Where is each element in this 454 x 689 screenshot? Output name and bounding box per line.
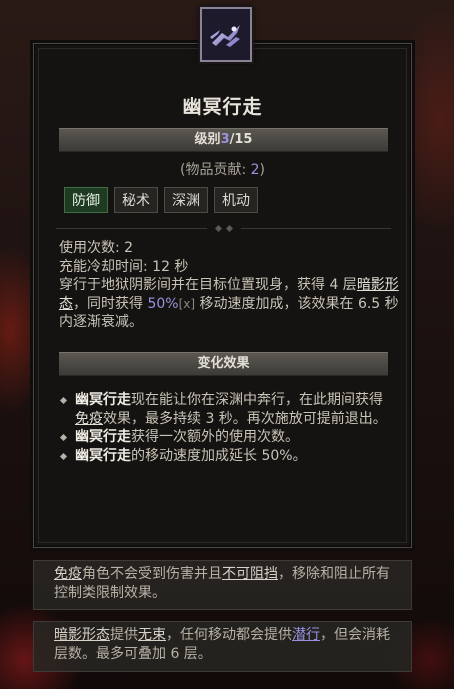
modifier-text: 效果，最多持续 3 秒。再次施放可提前退出。 — [103, 410, 387, 427]
modifiers-header: 变化效果 — [59, 352, 388, 376]
contrib-value: 2 — [250, 162, 260, 178]
tag-defense: 防御 — [64, 187, 108, 213]
skill-rank-bar: 级别3/15 — [59, 128, 388, 152]
skill-stats: 使用次数: 2 充能冷却时间: 12 秒 穿行于地狱阴影间并在目标位置现身，获得… — [59, 239, 399, 332]
keyword-immune[interactable]: 免疫 — [75, 411, 103, 427]
modifiers-list: 幽冥行走现在能让你在深渊中奔行，在此期间获得免疫效果，最多持续 3 秒。再次施放… — [59, 391, 394, 465]
shadow-step-icon — [210, 24, 240, 47]
glossary-shadow-form: 暗影形态提供无束，任何移动都会提供潜行，但会消耗层数。最多可叠加 6 层。 — [33, 621, 412, 672]
modifier-item: 幽冥行走现在能让你在深渊中奔行，在此期间获得免疫效果，最多持续 3 秒。再次施放… — [59, 391, 394, 428]
glossary-term-immune: 免疫 — [54, 566, 82, 582]
bullet-icon — [59, 396, 68, 405]
rank-current: 3 — [220, 132, 230, 147]
glossary-term-unstoppable: 不可阻挡 — [222, 566, 278, 582]
glossary-text: 角色不会受到伤害并且 — [82, 566, 222, 582]
tag-mobility: 机动 — [214, 187, 258, 213]
desc-scale: [x] — [178, 296, 196, 311]
skill-tooltip: 幽冥行走 级别3/15 (物品贡献: 2) 防御 秘术 深渊 机动 使用次数: … — [33, 43, 412, 548]
modifier-text: 现在能让你在深渊中奔行，在此期间获得 — [131, 392, 383, 408]
modifier-text: 的移动速度加成延长 50%。 — [131, 447, 307, 464]
modifier-item: 幽冥行走获得一次额外的使用次数。 — [59, 428, 394, 447]
contrib-prefix: (物品贡献: — [179, 162, 251, 178]
contrib-suffix: ) — [259, 162, 266, 178]
glossary-text: 提供 — [110, 627, 138, 643]
modifier-skill-name: 幽冥行走 — [75, 429, 131, 445]
glossary-term-unhindered: 无束 — [138, 627, 166, 643]
bullet-icon — [59, 452, 68, 460]
desc-part1: 穿行于地狱阴影间并在目标位置现身，获得 4 层 — [59, 277, 357, 293]
modifier-text: 获得一次额外的使用次数。 — [131, 429, 299, 445]
desc-part2: ，同时获得 — [73, 295, 148, 312]
desc-value: 50% — [147, 295, 179, 312]
bullet-icon — [59, 433, 68, 442]
modifier-skill-name: 幽冥行走 — [75, 392, 131, 408]
item-contribution: (物品贡献: 2) — [34, 159, 411, 179]
glossary-immune: 免疫角色不会受到伤害并且不可阻挡，移除和阻止所有控制类限制效果。 — [33, 560, 412, 610]
glossary-term-stealth: 潜行 — [292, 627, 320, 643]
tag-abyss: 深渊 — [164, 187, 208, 213]
rank-max: /15 — [229, 132, 253, 147]
cooldown-line: 充能冷却时间: 12 秒 — [59, 258, 189, 275]
skill-tags: 防御 秘术 深渊 机动 — [64, 187, 258, 213]
skill-description: 穿行于地狱阴影间并在目标位置现身，获得 4 层暗影形态，同时获得 50%[x] … — [59, 276, 399, 332]
modifier-skill-name: 幽冥行走 — [75, 447, 131, 464]
tag-arcane: 秘术 — [114, 187, 158, 213]
charges-line: 使用次数: 2 — [59, 240, 134, 256]
glossary-term-shadow-form: 暗影形态 — [54, 627, 110, 643]
section-divider — [56, 224, 391, 232]
skill-icon-frame — [200, 7, 252, 62]
skill-title: 幽冥行走 — [182, 96, 263, 118]
rank-label: 级别 — [194, 132, 221, 147]
modifier-item: 幽冥行走的移动速度加成延长 50%。 — [59, 447, 394, 466]
glossary-text: ，任何移动都会提供 — [166, 627, 292, 643]
